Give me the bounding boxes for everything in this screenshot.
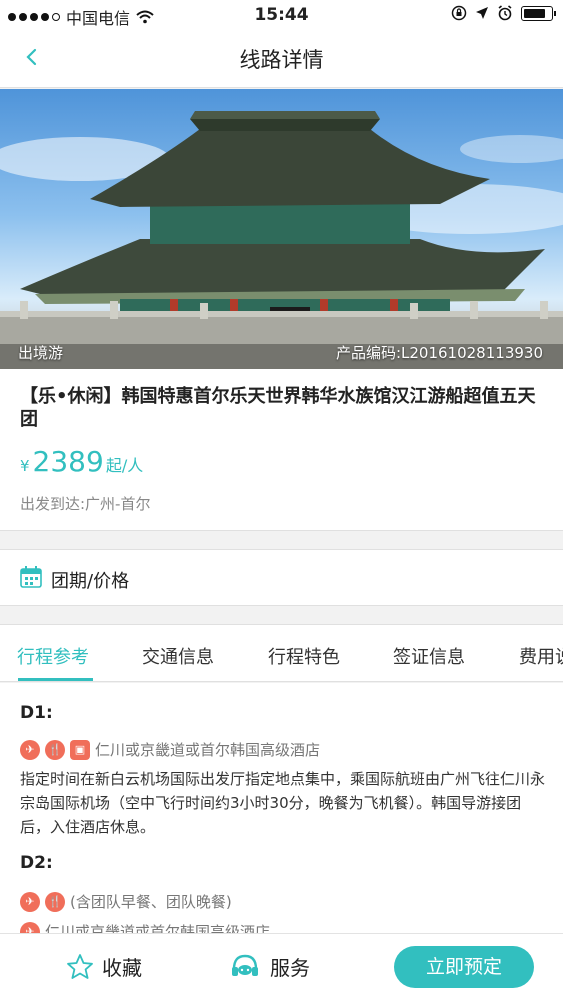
tour-dates-label: 团期/价格 (51, 571, 130, 592)
meals-text: (含团队早餐、团队晚餐) (70, 893, 232, 911)
palace-illustration (0, 111, 563, 369)
service-label: 服务 (270, 956, 310, 980)
headset-icon (232, 954, 258, 976)
tab-visa[interactable]: 签证信息 (393, 643, 465, 669)
tour-dates-row[interactable]: 团期/价格 (0, 549, 563, 606)
hotel-text: 仁川或京畿道或首尔韩国高级酒店 (95, 741, 321, 759)
plane-icon: ✈ (20, 891, 40, 912)
battery-icon (521, 5, 556, 21)
hero-image: 出境游 产品编码:L20161028113930 (0, 89, 563, 369)
day-meta: ✈ 仁川或京畿道或首尔韩国高级酒店 (20, 921, 270, 933)
meal-icon: 🍴 (45, 891, 65, 912)
hotel-icon: ▣ (70, 739, 90, 760)
rotation-lock-icon (451, 5, 467, 21)
price-value: 2389 (32, 445, 104, 478)
tab-transport[interactable]: 交通信息 (142, 643, 214, 669)
itinerary-list: D1: ✈ 🍴 ▣ 仁川或京畿道或首尔韩国高级酒店 指定时间在新白云机场国际出发… (0, 683, 563, 933)
day-meta: ✈ 🍴 ▣ 仁川或京畿道或首尔韩国高级酒店 (20, 739, 320, 760)
service-button[interactable]: 服务 (230, 952, 310, 981)
plane-icon: ✈ (20, 921, 40, 933)
bottom-action-bar: 收藏 服务 立即预定 (0, 933, 563, 1000)
tab-itinerary[interactable]: 行程参考 (17, 643, 89, 669)
status-bar: 中国电信 15:44 (0, 0, 563, 30)
product-info: 【乐•休闲】韩国特惠首尔乐天世界韩华水族馆汉江游船超值五天团 ¥ 2389 起/… (0, 369, 563, 531)
nav-bar: 线路详情 (0, 30, 563, 88)
page-title: 线路详情 (239, 48, 324, 72)
battery-fill (524, 8, 546, 18)
star-icon (67, 953, 93, 979)
calendar-icon (20, 566, 42, 588)
product-name: 【乐•休闲】韩国特惠首尔乐天世界韩华水族馆汉江游船超值五天团 (20, 386, 536, 430)
day-meta: ✈ 🍴 (含团队早餐、团队晚餐) (20, 891, 232, 912)
product-price: ¥ 2389 起/人 (20, 445, 143, 478)
price-unit: 起/人 (105, 456, 144, 475)
status-right (451, 5, 556, 21)
meal-icon: 🍴 (45, 739, 65, 760)
hotel-text: 仁川或京畿道或首尔韩国高级酒店 (45, 923, 271, 933)
product-code: 产品编码:L20161028113930 (335, 344, 543, 362)
tab-features[interactable]: 行程特色 (268, 643, 340, 669)
plane-icon: ✈ (20, 739, 40, 760)
favorite-label: 收藏 (102, 956, 142, 980)
alarm-icon (498, 5, 512, 21)
active-tab-indicator (18, 678, 93, 681)
day-label: D1: (20, 703, 53, 723)
day-label: D2: (20, 853, 53, 873)
day-description: 指定时间在新白云机场国际出发厅指定地点集中，乘国际航班由广州飞往仁川永宗岛国际机… (20, 770, 546, 836)
route-text: 出发到达:广州-首尔 (20, 495, 151, 513)
currency-symbol: ¥ (20, 457, 30, 475)
location-icon (476, 7, 488, 19)
detail-tabs: 行程参考 交通信息 行程特色 签证信息 费用说 (0, 624, 563, 682)
book-now-button[interactable]: 立即预定 (394, 946, 534, 988)
tab-fees[interactable]: 费用说 (519, 643, 563, 669)
favorite-button[interactable]: 收藏 (66, 952, 142, 981)
category-tag: 出境游 (18, 344, 64, 362)
